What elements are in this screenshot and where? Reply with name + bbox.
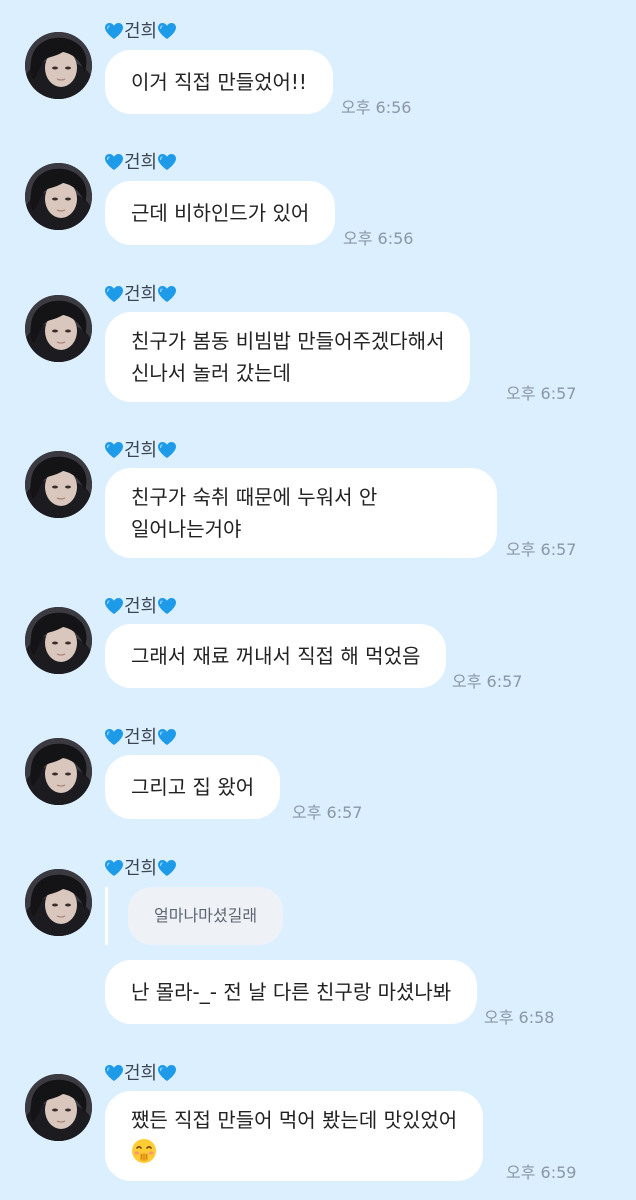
sender-label: 건희 bbox=[124, 284, 158, 305]
chat-room: 건희 이거 직접 만들었어!! 오후 6:56 건희 근데 비하인드가 있어 오… bbox=[0, 0, 636, 1200]
sender-name: 건희 bbox=[104, 724, 177, 752]
message-text: 이거 직접 만들었어!! bbox=[131, 70, 307, 94]
blue-heart-icon bbox=[157, 1064, 177, 1082]
sender-name: 건희 bbox=[104, 18, 177, 46]
blue-heart-icon bbox=[104, 285, 124, 303]
message-bubble[interactable]: 그래서 재료 꺼내서 직접 해 먹었음 bbox=[105, 624, 447, 688]
blue-heart-icon bbox=[157, 728, 177, 746]
blue-heart-icon bbox=[157, 22, 177, 40]
timestamp: 오후 6:57 bbox=[506, 540, 577, 559]
sender-name: 건희 bbox=[104, 281, 177, 309]
avatar[interactable] bbox=[25, 1074, 92, 1141]
message-text-line: 친구가 봄동 비빔밥 만들어주겠다해서 bbox=[131, 329, 445, 353]
sender-label: 건희 bbox=[124, 727, 158, 748]
timestamp: 오후 6:58 bbox=[484, 1008, 555, 1027]
avatar[interactable] bbox=[25, 451, 92, 518]
blue-heart-icon bbox=[157, 153, 177, 171]
sender-label: 건희 bbox=[124, 596, 158, 617]
blue-heart-icon bbox=[104, 22, 124, 40]
blue-heart-icon bbox=[104, 1064, 124, 1082]
message-text: 난 몰라-_- 전 날 다른 친구랑 마셨나봐 bbox=[131, 980, 452, 1004]
message-text-line: 일어나는거야 bbox=[131, 517, 242, 541]
sender-name: 건희 bbox=[104, 593, 177, 621]
message-bubble[interactable]: 난 몰라-_- 전 날 다른 친구랑 마셨나봐 bbox=[105, 960, 478, 1024]
blue-heart-icon bbox=[157, 859, 177, 877]
blue-heart-icon bbox=[104, 441, 124, 459]
message-bubble[interactable]: 친구가 숙취 때문에 누워서 안 일어나는거야 bbox=[105, 468, 497, 558]
sender-label: 건희 bbox=[124, 440, 158, 461]
timestamp: 오후 6:57 bbox=[452, 672, 523, 691]
blue-heart-icon bbox=[157, 285, 177, 303]
message-bubble[interactable]: 이거 직접 만들었어!! bbox=[105, 50, 333, 114]
message-text: 그래서 재료 꺼내서 직접 해 먹었음 bbox=[131, 644, 421, 668]
timestamp: 오후 6:59 bbox=[506, 1163, 577, 1182]
blue-heart-icon bbox=[104, 153, 124, 171]
sender-label: 건희 bbox=[124, 21, 158, 42]
message-bubble[interactable]: 근데 비하인드가 있어 bbox=[105, 181, 336, 245]
message-text-line: 친구가 숙취 때문에 누워서 안 bbox=[131, 485, 378, 509]
blue-heart-icon bbox=[104, 597, 124, 615]
blue-heart-icon bbox=[157, 441, 177, 459]
avatar[interactable] bbox=[25, 607, 92, 674]
sender-label: 건희 bbox=[124, 858, 158, 879]
message-text: 근데 비하인드가 있어 bbox=[131, 201, 310, 225]
sender-name: 건희 bbox=[104, 1060, 177, 1088]
message-text-line: 신나서 놀러 갔는데 bbox=[131, 361, 291, 385]
timestamp: 오후 6:57 bbox=[292, 803, 363, 822]
message-bubble[interactable]: 그리고 집 왔어 bbox=[105, 755, 281, 819]
laughing-with-hand-over-mouth-icon bbox=[132, 1139, 156, 1163]
timestamp: 오후 6:56 bbox=[341, 98, 412, 117]
timestamp: 오후 6:57 bbox=[506, 384, 577, 403]
quoted-reply-text: 얼마나마셨길래 bbox=[154, 906, 258, 925]
message-emoji-line bbox=[131, 1136, 457, 1168]
avatar[interactable] bbox=[25, 869, 92, 936]
blue-heart-icon bbox=[157, 597, 177, 615]
sender-name: 건희 bbox=[104, 855, 177, 883]
message-bubble[interactable]: 친구가 봄동 비빔밥 만들어주겠다해서 신나서 놀러 갔는데 bbox=[105, 312, 471, 402]
sender-label: 건희 bbox=[124, 152, 158, 173]
blue-heart-icon bbox=[104, 859, 124, 877]
blue-heart-icon bbox=[104, 728, 124, 746]
avatar[interactable] bbox=[25, 295, 92, 362]
avatar[interactable] bbox=[25, 738, 92, 805]
sender-name: 건희 bbox=[104, 437, 177, 465]
sender-name: 건희 bbox=[104, 149, 177, 177]
avatar[interactable] bbox=[25, 163, 92, 230]
message-bubble[interactable]: 쨌든 직접 만들어 먹어 봤는데 맛있었어 bbox=[105, 1091, 484, 1181]
reply-indicator-bar bbox=[105, 887, 108, 945]
sender-label: 건희 bbox=[124, 1063, 158, 1084]
message-text-line: 쨌든 직접 만들어 먹어 봤는데 맛있었어 bbox=[131, 1108, 458, 1132]
timestamp: 오후 6:56 bbox=[343, 229, 414, 248]
message-text: 그리고 집 왔어 bbox=[131, 775, 255, 799]
avatar[interactable] bbox=[25, 32, 92, 99]
quoted-reply[interactable]: 얼마나마셨길래 bbox=[128, 887, 284, 945]
